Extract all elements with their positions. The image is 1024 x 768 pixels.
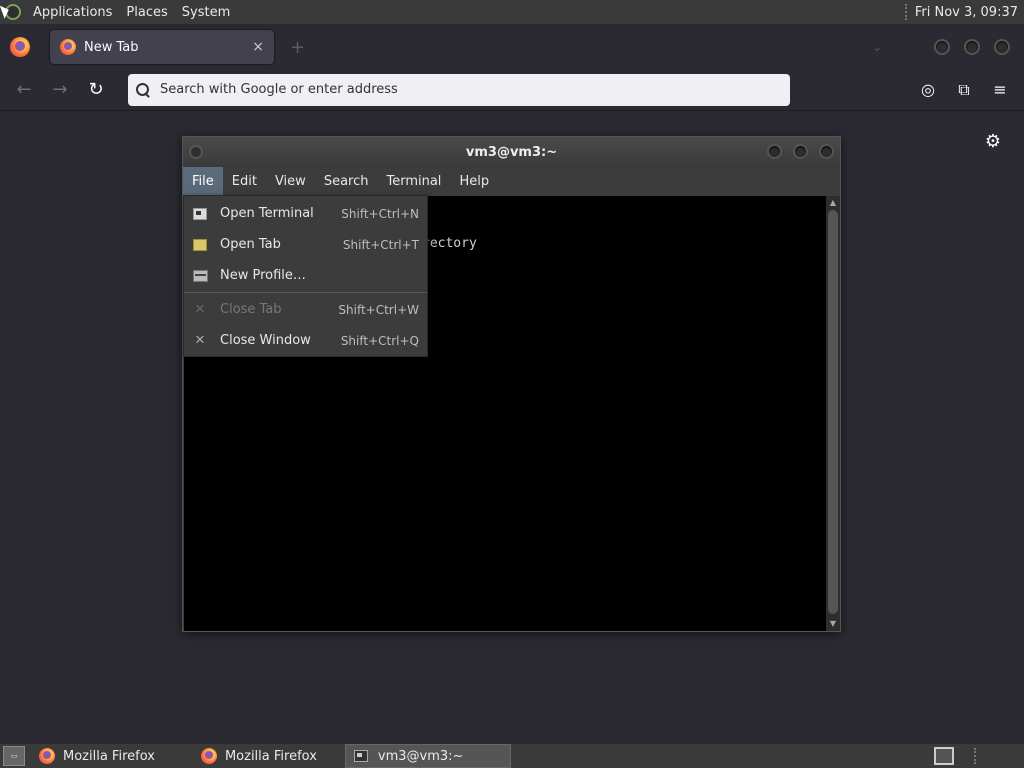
- menu-separator: [184, 292, 427, 293]
- maximize-button[interactable]: [964, 39, 980, 55]
- url-input[interactable]: [160, 82, 790, 97]
- close-icon: ✕: [194, 333, 206, 348]
- forward-button[interactable]: →: [42, 74, 78, 106]
- firefox-icon: [200, 748, 217, 764]
- menu-item-close-tab: ✕ Close Tab Shift+Ctrl+W: [184, 294, 427, 325]
- terminal-minimize-button[interactable]: [767, 144, 782, 159]
- search-icon: [136, 82, 150, 97]
- menu-file[interactable]: File: [183, 167, 223, 196]
- terminal-titlebar[interactable]: vm3@vm3:~: [183, 137, 840, 167]
- reload-button[interactable]: ↻: [78, 74, 114, 106]
- terminal-text: rectory: [422, 236, 477, 251]
- show-desktop-icon[interactable]: ▭: [3, 746, 25, 766]
- panel-menu-system[interactable]: System: [175, 5, 237, 20]
- tab-icon: [193, 238, 207, 251]
- extensions-icon[interactable]: ⧉: [946, 74, 982, 106]
- taskbar-item-terminal[interactable]: vm3@vm3:~: [344, 744, 511, 768]
- taskbar-item-firefox-1[interactable]: Mozilla Firefox: [31, 744, 163, 768]
- url-bar[interactable]: [128, 73, 790, 106]
- minimize-button[interactable]: [934, 39, 950, 55]
- taskbar-grip[interactable]: [974, 748, 978, 764]
- terminal-scrollbar[interactable]: ▲ ▼: [826, 196, 840, 631]
- firefox-view-icon[interactable]: [10, 37, 48, 57]
- menu-edit[interactable]: Edit: [223, 167, 266, 196]
- terminal-icon: [193, 207, 207, 220]
- menu-help[interactable]: Help: [450, 167, 498, 196]
- tab-title: New Tab: [84, 39, 139, 55]
- panel-clock[interactable]: Fri Nov 3, 09:37: [915, 5, 1024, 20]
- close-icon: ✕: [194, 302, 206, 317]
- terminal-maximize-button[interactable]: [793, 144, 808, 159]
- taskbar-item-firefox-2[interactable]: Mozilla Firefox: [193, 744, 325, 768]
- app-menu-icon[interactable]: ≡: [982, 74, 1018, 106]
- firefox-nav-bar: ← → ↻ ◎ ⧉ ≡: [0, 69, 1024, 111]
- panel-menu-applications[interactable]: Applications: [26, 5, 119, 20]
- new-tab-button[interactable]: +: [290, 37, 305, 58]
- workspace-switcher[interactable]: [934, 747, 954, 765]
- terminal-close-button[interactable]: [819, 144, 834, 159]
- close-window-button[interactable]: [994, 39, 1010, 55]
- menu-terminal[interactable]: Terminal: [377, 167, 450, 196]
- bottom-taskbar: ▭ Mozilla Firefox Mozilla Firefox vm3@vm…: [0, 743, 1024, 768]
- panel-grip[interactable]: [904, 4, 909, 20]
- menu-item-open-tab[interactable]: Open Tab Shift+Ctrl+T: [184, 229, 427, 260]
- terminal-title: vm3@vm3:~: [465, 144, 558, 160]
- file-menu-dropdown: Open Terminal Shift+Ctrl+N Open Tab Shif…: [183, 195, 428, 357]
- back-button[interactable]: ←: [6, 74, 42, 106]
- terminal-icon: [353, 750, 368, 762]
- top-panel: Applications Places System Fri Nov 3, 09…: [0, 0, 1024, 25]
- panel-menu-places[interactable]: Places: [119, 5, 174, 20]
- profile-icon: [192, 269, 208, 282]
- list-all-tabs-icon[interactable]: ⌄: [872, 40, 882, 54]
- gear-icon[interactable]: ⚙: [982, 131, 1004, 153]
- tab-new-tab[interactable]: New Tab ×: [50, 30, 274, 64]
- menu-view[interactable]: View: [266, 167, 315, 196]
- menu-item-new-profile[interactable]: New Profile…: [184, 260, 427, 291]
- tab-close-icon[interactable]: ×: [252, 39, 264, 55]
- firefox-icon: [39, 748, 55, 764]
- scroll-down-icon[interactable]: ▼: [828, 619, 838, 629]
- firefox-icon: [60, 39, 76, 55]
- menu-item-open-terminal[interactable]: Open Terminal Shift+Ctrl+N: [184, 198, 427, 229]
- scrollbar-thumb[interactable]: [828, 210, 838, 614]
- pocket-icon[interactable]: ◎: [910, 74, 946, 106]
- scroll-up-icon[interactable]: ▲: [828, 198, 838, 208]
- menu-search[interactable]: Search: [315, 167, 378, 196]
- terminal-menubar: File Edit View Search Terminal Help: [183, 167, 840, 196]
- firefox-tab-bar: New Tab × + ⌄: [0, 25, 1024, 69]
- menu-item-close-window[interactable]: ✕ Close Window Shift+Ctrl+Q: [184, 325, 427, 356]
